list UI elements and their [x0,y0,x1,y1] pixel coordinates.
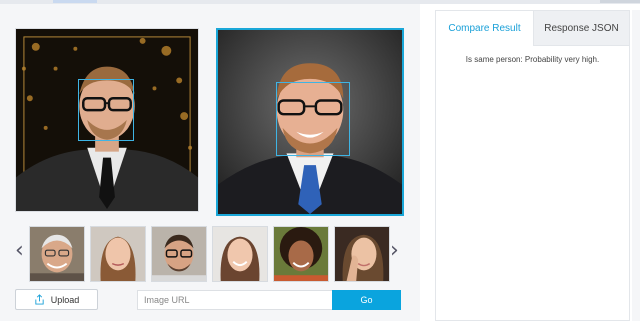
chevron-left-icon[interactable]: ‹ [15,240,24,262]
target-photo[interactable] [216,28,404,216]
chevron-right-icon[interactable]: › [390,240,399,262]
top-strip-right [600,0,640,3]
face-detection-box [276,82,350,156]
top-tab-indicator [53,0,97,3]
upload-button[interactable]: Upload [15,289,98,310]
sample-thumbnails: ‹ › [0,226,420,286]
source-photo[interactable] [15,28,199,212]
face-detection-box [78,79,134,141]
thumbnail-man-glasses[interactable] [151,226,207,282]
image-panel: ‹ › [0,4,420,321]
result-tabs: Compare Result Response JSON [436,11,629,46]
page-edge [632,10,640,321]
result-panel: Compare Result Response JSON Is same per… [435,10,630,321]
compare-result-text: Is same person: Probability very high. [465,55,600,64]
upload-label: Upload [50,294,80,305]
image-url-input[interactable] [137,290,333,310]
thumbnail-woman-hand-face[interactable] [334,226,390,282]
tab-compare-result[interactable]: Compare Result [436,11,533,46]
tab-response-json[interactable]: Response JSON [533,11,629,46]
upload-icon [35,294,44,305]
thumbnail-woman[interactable] [90,226,146,282]
thumbnail-elderly-man[interactable] [29,226,85,282]
go-button[interactable]: Go [332,290,401,310]
thumbnail-smiling-woman[interactable] [212,226,268,282]
thumbnail-curly-woman[interactable] [273,226,329,282]
